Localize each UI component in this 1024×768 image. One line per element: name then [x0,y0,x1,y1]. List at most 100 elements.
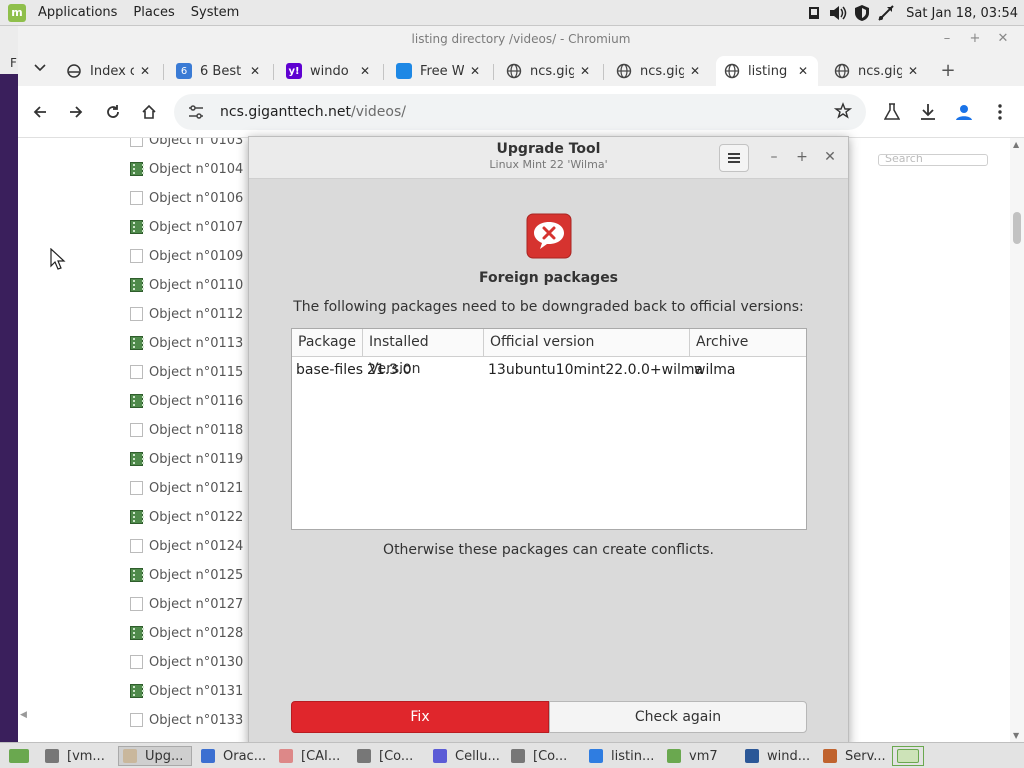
column-official-version[interactable]: Official version [484,329,690,357]
file-list-item[interactable]: Object n°0128 [130,621,243,645]
reload-button[interactable] [101,100,125,124]
file-name[interactable]: Object n°0116 [149,394,243,409]
file-name[interactable]: Object n°0113 [149,336,243,351]
new-tab-button[interactable]: + [936,58,960,82]
tab-search-chevron-icon[interactable] [28,56,52,80]
file-name[interactable]: Object n°0112 [149,307,243,322]
file-list-item[interactable]: Object n°0133 [130,708,243,732]
taskbar-item[interactable]: vm7 [662,746,736,766]
taskbar-item[interactable]: Orac... [196,746,270,766]
taskbar-item[interactable]: Cellu... [428,746,502,766]
menu-applications[interactable]: Applications [34,5,121,20]
file-name[interactable]: Object n°0103 [149,138,243,148]
file-list-item[interactable]: Object n°0106 [130,186,243,210]
taskbar-item[interactable]: wind... [740,746,814,766]
minimize-button[interactable]: – [938,30,956,48]
search-input[interactable]: Search [878,154,988,166]
taskbar-item[interactable]: listin... [584,746,658,766]
tab-ncs-1[interactable]: ncs.gig ✕ [498,56,600,86]
maximize-button[interactable]: + [966,30,984,48]
file-list-item[interactable]: Object n°0107 [130,215,243,239]
taskbar-item[interactable]: [CAI... [274,746,348,766]
file-list-item[interactable]: Object n°0131 [130,679,243,703]
mint-menu-icon[interactable]: m [8,3,26,22]
file-list-item[interactable]: Object n°0130 [130,650,243,674]
network-icon[interactable] [876,3,896,23]
file-name[interactable]: Object n°0127 [149,597,243,612]
file-name[interactable]: Object n°0128 [149,626,243,641]
workspace-switcher[interactable] [892,746,924,766]
clock[interactable]: Sat Jan 18, 03:54 [906,6,1018,21]
tab-close-icon[interactable]: ✕ [248,64,262,78]
cell-package[interactable]: base-files [292,359,363,381]
file-list-item[interactable]: Object n°0118 [130,418,243,442]
tab-close-icon[interactable]: ✕ [358,64,372,78]
forward-button[interactable] [64,100,88,124]
dialog-close-button[interactable]: ✕ [821,148,839,166]
cell-installed-version[interactable]: 21.3.0 [363,359,412,381]
file-list-item[interactable]: Object n°0122 [130,505,243,529]
screen-icon[interactable] [804,3,824,23]
tab-close-icon[interactable]: ✕ [906,64,920,78]
file-list-item[interactable]: Object n°0124 [130,534,243,558]
file-list-item[interactable]: Object n°0104 [130,157,243,181]
file-list-item[interactable]: Object n°0113 [130,331,243,355]
fix-button[interactable]: Fix [291,701,549,733]
menu-places[interactable]: Places [129,5,178,20]
file-name[interactable]: Object n°0130 [149,655,243,670]
dialog-maximize-button[interactable]: + [793,148,811,166]
tab-ncs-2[interactable]: ncs.gig ✕ [608,56,710,86]
dialog-header[interactable]: Upgrade Tool Linux Mint 22 'Wilma' – + ✕ [249,137,848,179]
column-package[interactable]: Package [292,329,363,357]
taskbar-item[interactable]: [Co... [352,746,424,766]
file-list-item[interactable]: Object n°0125 [130,563,243,587]
back-button[interactable] [28,100,52,124]
menu-kebab-icon[interactable] [988,100,1012,124]
file-name[interactable]: Object n°0124 [149,539,243,554]
file-name[interactable]: Object n°0118 [149,423,243,438]
profile-icon[interactable] [952,100,976,124]
tab-free-w[interactable]: Free W ✕ [388,56,490,86]
column-archive[interactable]: Archive [690,329,806,357]
tab-close-icon[interactable]: ✕ [688,64,702,78]
file-list-item[interactable]: Object n°0109 [130,244,243,268]
file-list-item[interactable]: Object n°0116 [130,389,243,413]
taskbar-item[interactable]: Upg... [118,746,192,766]
site-settings-icon[interactable] [188,105,208,119]
address-bar[interactable]: ncs.giganttech.net/videos/ [174,94,866,130]
file-name[interactable]: Object n°0121 [149,481,243,496]
file-name[interactable]: Object n°0115 [149,365,243,380]
file-name[interactable]: Object n°0104 [149,162,243,177]
tab-ncs-3[interactable]: ncs.gig ✕ [826,56,928,86]
tab-yahoo[interactable]: y! windo ✕ [278,56,380,86]
file-list-item[interactable]: Object n°0112 [130,302,243,326]
file-list-item[interactable]: Object n°0127 [130,592,243,616]
file-name[interactable]: Object n°0110 [149,278,243,293]
menu-system[interactable]: System [187,5,243,20]
tab-close-icon[interactable]: ✕ [578,64,592,78]
file-name[interactable]: Object n°0109 [149,249,243,264]
scroll-up-arrow-icon[interactable]: ▲ [1013,140,1019,149]
file-list-item[interactable]: Object n°0119 [130,447,243,471]
scrollbar-thumb[interactable] [1013,212,1021,244]
file-name[interactable]: Object n°0107 [149,220,243,235]
volume-icon[interactable] [828,3,848,23]
file-name[interactable]: Object n°0133 [149,713,243,728]
tab-listing-active[interactable]: listing ✕ [716,56,818,86]
file-list-item[interactable]: Object n°0110 [130,273,243,297]
show-desktop-button[interactable] [4,746,34,766]
scroll-down-arrow-icon[interactable]: ▼ [1013,731,1019,740]
shield-icon[interactable] [852,3,872,23]
file-name[interactable]: Object n°0125 [149,568,243,583]
column-installed-version[interactable]: Installed Version [363,329,484,377]
scroll-left-arrow-icon[interactable]: ◀ [20,710,27,720]
bookmark-star-icon[interactable] [833,102,853,124]
labs-flask-icon[interactable] [880,100,904,124]
dialog-minimize-button[interactable]: – [765,148,783,166]
file-list-item[interactable]: Object n°0121 [130,476,243,500]
home-button[interactable] [137,100,161,124]
cell-archive[interactable]: wilma [690,359,735,381]
window-titlebar[interactable]: listing directory /videos/ - Chromium – … [18,26,1024,52]
download-icon[interactable] [916,100,940,124]
tab-index[interactable]: Index c ✕ [58,56,160,86]
